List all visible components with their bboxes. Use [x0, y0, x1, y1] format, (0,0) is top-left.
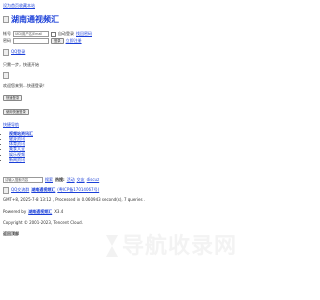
quick-nav-title[interactable]: 快捷导航: [3, 122, 33, 128]
powered-version: X3.4: [54, 209, 64, 214]
banner-logo-icon: [106, 235, 118, 257]
hot-search-link[interactable]: discuz: [87, 177, 100, 183]
password-label: 密码: [3, 37, 11, 43]
username-label: 帐号: [3, 30, 11, 36]
search-button[interactable]: 搜索: [45, 177, 53, 183]
powered-line: Powered by 湖南通视频汇 X3.4: [3, 209, 64, 215]
qq-login-icon: [3, 49, 9, 56]
footer-line-1: QQ交流群 湖南通视频汇 (粤ICP备17014067号): [3, 187, 99, 194]
logo-alt-text: 湖南通视频汇: [11, 15, 59, 24]
fast-login-button[interactable]: 使用快速登录: [3, 109, 29, 115]
hot-search-link[interactable]: 活动: [67, 177, 75, 183]
powered-link[interactable]: 湖南通视频汇: [28, 209, 52, 215]
register-link[interactable]: 立即注册: [66, 38, 82, 44]
qq-login-alt[interactable]: QQ登录: [11, 49, 25, 55]
quick-login-button[interactable]: 快速登录: [3, 95, 23, 101]
qq-group-link[interactable]: QQ交流群: [11, 187, 29, 193]
welcome-text: 欢迎您来到...快速登录！: [3, 83, 47, 88]
quick-start-text: 只需一步，快速开始: [3, 62, 39, 67]
login-form: 帐号 UID/用户名/Email 自动登录 找回密码 密码 登录 立即注册: [3, 31, 92, 44]
gmt-line: GMT+8, 2025-7-8 13:12 , Processed in 0.0…: [3, 197, 146, 202]
icp-link[interactable]: (粤ICP备17014067号): [57, 187, 99, 193]
copyright: Copyright © 2001-2023, Tencent Cloud.: [3, 220, 83, 225]
site-logo[interactable]: 湖南通视频汇: [3, 15, 59, 25]
qq-login[interactable]: QQ登录: [3, 49, 25, 56]
quick-nav: 快捷导航 视频站资讯汇 健身资讯 体育资讯 美食大全 娱乐视频 新闻资讯: [3, 122, 33, 163]
powered-prefix: Powered by: [3, 209, 27, 214]
logo-image-icon: [3, 16, 9, 24]
hot-search-link[interactable]: 交友: [77, 177, 85, 183]
banner-text: 导航收录网: [122, 234, 238, 259]
forgot-password-link[interactable]: 找回密码: [76, 31, 92, 37]
username-input[interactable]: UID/用户名/Email: [13, 31, 49, 37]
hot-search-label: 热搜:: [55, 176, 65, 182]
qq-group-icon: [3, 187, 9, 194]
site-name-link[interactable]: 湖南通视频汇: [31, 187, 55, 193]
remember-checkbox[interactable]: [51, 31, 56, 37]
search-input[interactable]: 请输入搜索内容: [3, 177, 43, 183]
set-homepage-link[interactable]: 设为首页收藏本站: [3, 3, 35, 8]
search-bar: 请输入搜索内容 搜索 热搜: 活动 交友 discuz: [3, 177, 99, 183]
remember-label: 自动登录: [58, 30, 74, 36]
login-button[interactable]: 登录: [51, 38, 64, 44]
back-to-top-link[interactable]: 返回顶部: [3, 231, 19, 236]
password-input[interactable]: [13, 38, 49, 44]
nav-item[interactable]: 新闻资讯: [9, 157, 33, 163]
bottom-banner: 导航收录网: [0, 200, 300, 300]
placeholder-image-icon: [3, 72, 9, 79]
